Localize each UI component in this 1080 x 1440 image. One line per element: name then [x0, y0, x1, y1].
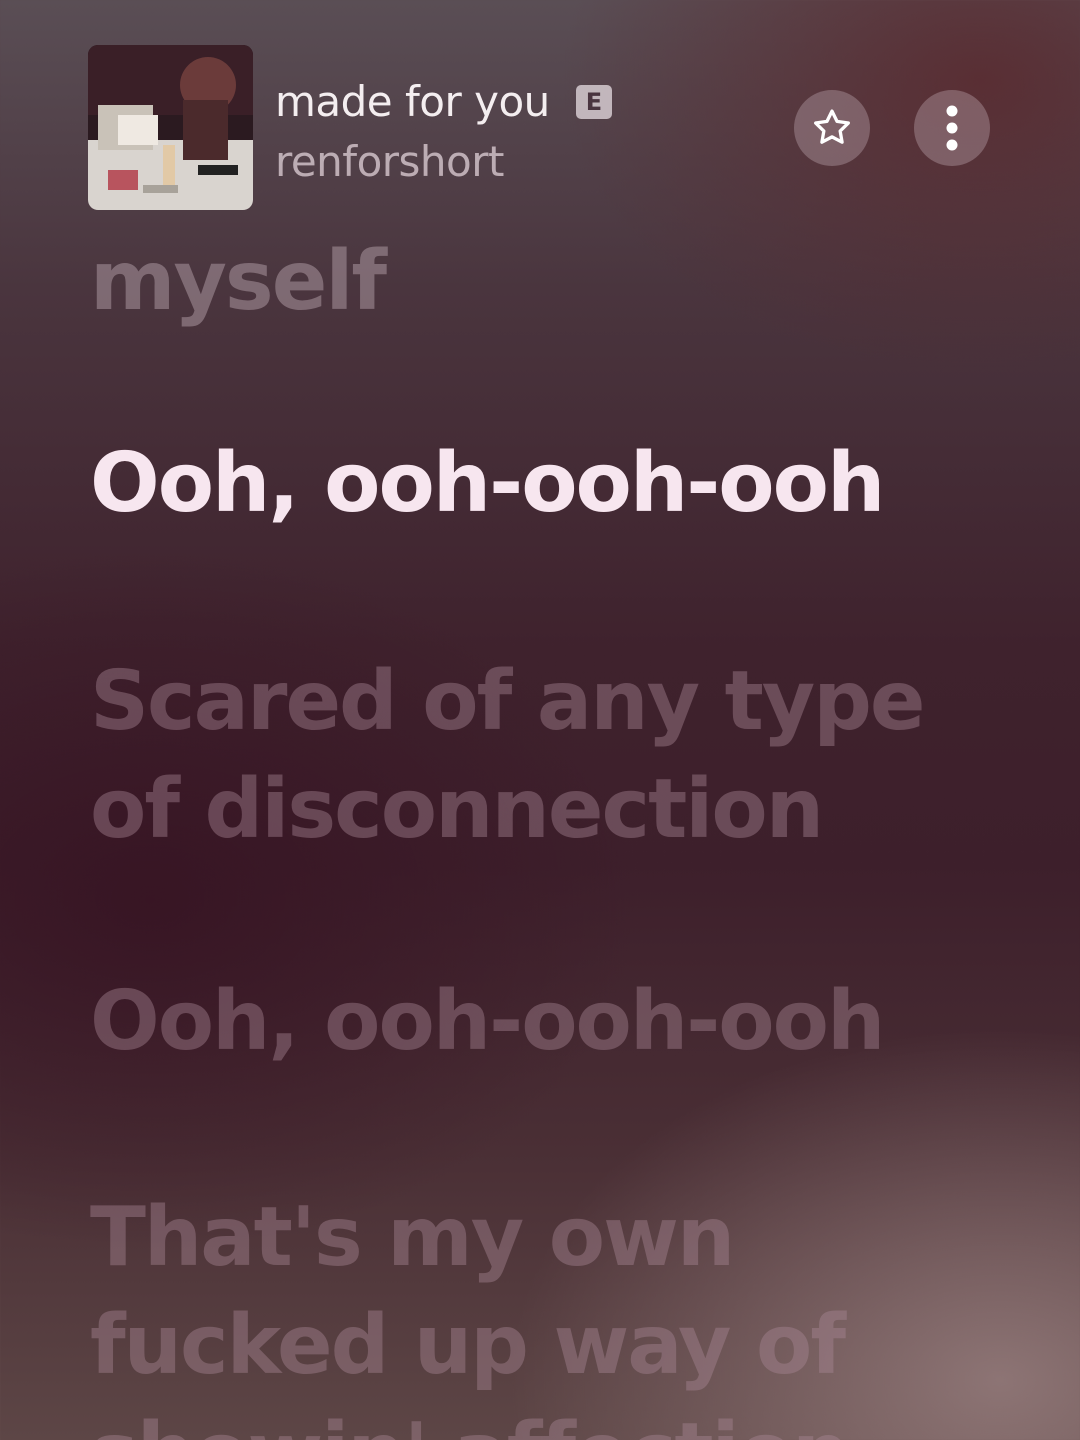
album-art[interactable] — [88, 45, 253, 210]
lyric-line-next-3b[interactable]: fucked up way of — [90, 1292, 1030, 1400]
artist-name[interactable]: renforshort — [275, 137, 505, 186]
lyric-line-next-1b[interactable]: of disconnection — [90, 756, 1030, 864]
album-art-image — [88, 45, 253, 210]
vertical-ellipsis-icon — [946, 105, 958, 151]
lyric-line-previous[interactable]: myself — [90, 228, 1030, 336]
more-options-button[interactable] — [914, 90, 990, 166]
explicit-badge: E — [576, 85, 612, 119]
track-title[interactable]: made for you — [275, 77, 550, 126]
lyric-line-next-3a[interactable]: That's my own — [90, 1184, 1030, 1292]
star-outline-icon — [814, 109, 850, 144]
lyric-line-next-1a[interactable]: Scared of any type — [90, 648, 1030, 756]
lyric-line-current[interactable]: Ooh, ooh-ooh-ooh — [90, 430, 1030, 538]
lyric-line-next-3c[interactable]: showin' affection — [90, 1400, 1030, 1440]
now-playing-header: made for you E renforshort — [88, 45, 998, 211]
favorite-button[interactable] — [794, 90, 870, 166]
lyric-line-next-2[interactable]: Ooh, ooh-ooh-ooh — [90, 968, 1030, 1076]
